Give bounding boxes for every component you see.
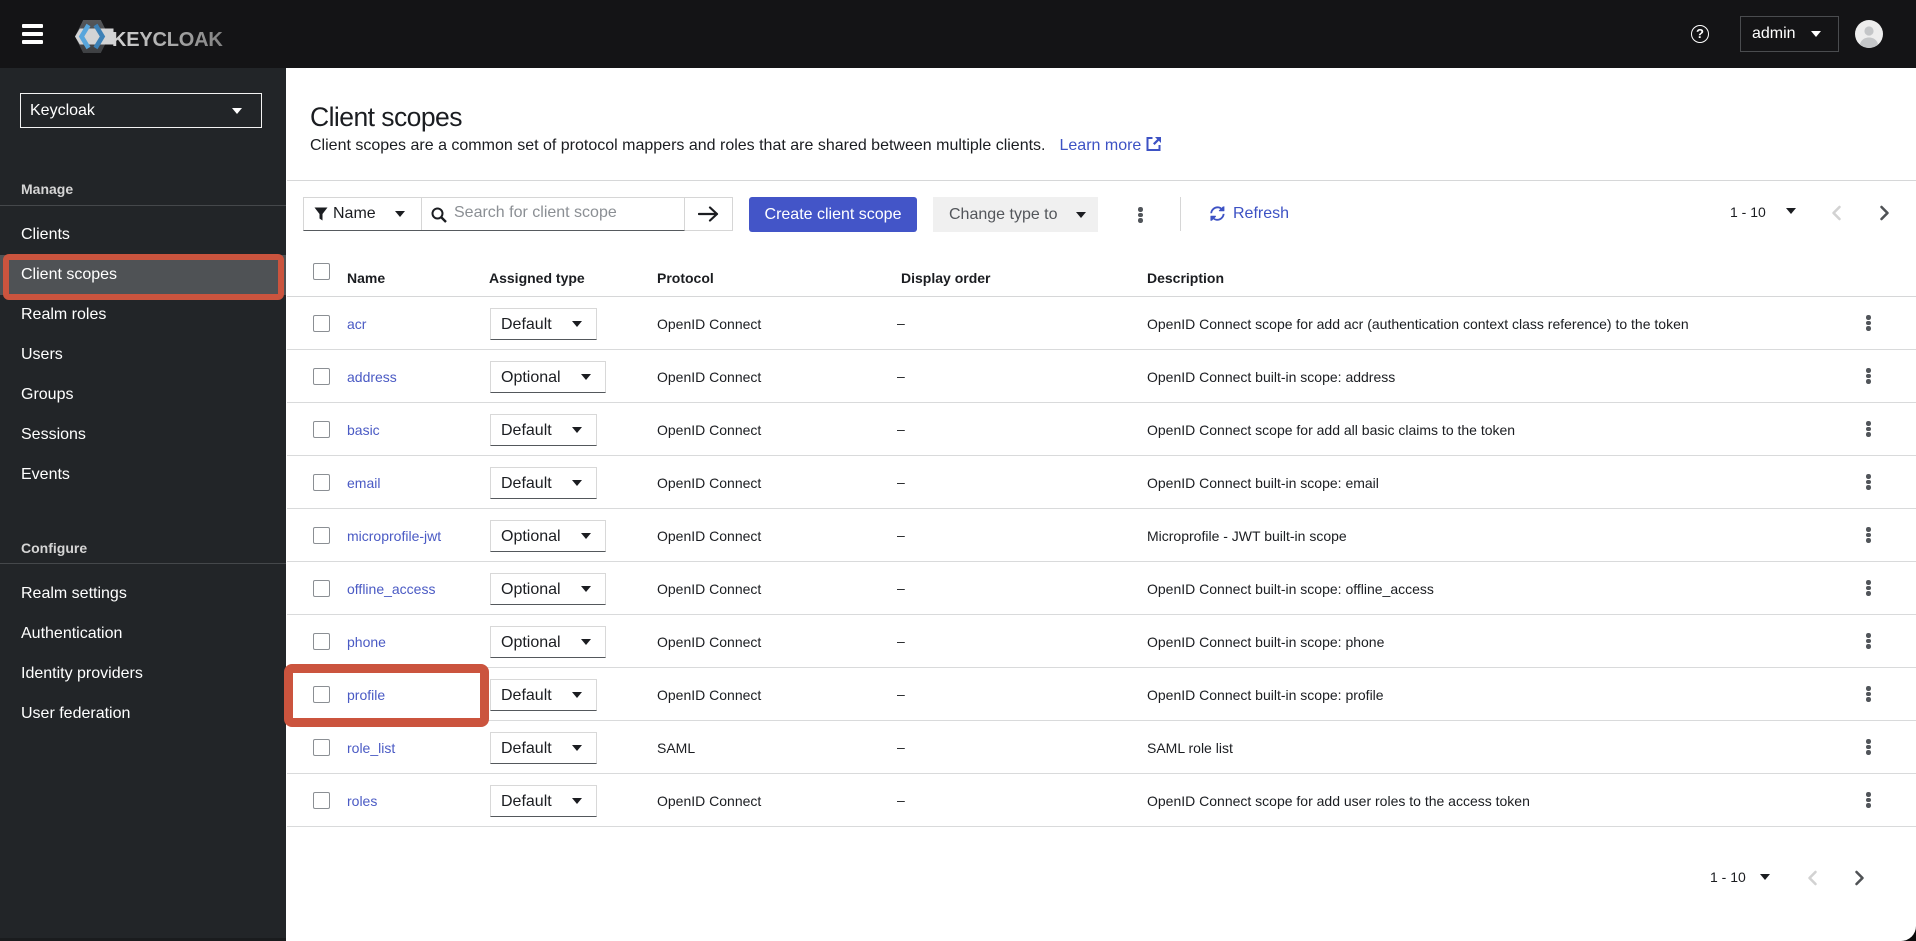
svg-text:KEYCLOAK: KEYCLOAK bbox=[112, 29, 223, 51]
